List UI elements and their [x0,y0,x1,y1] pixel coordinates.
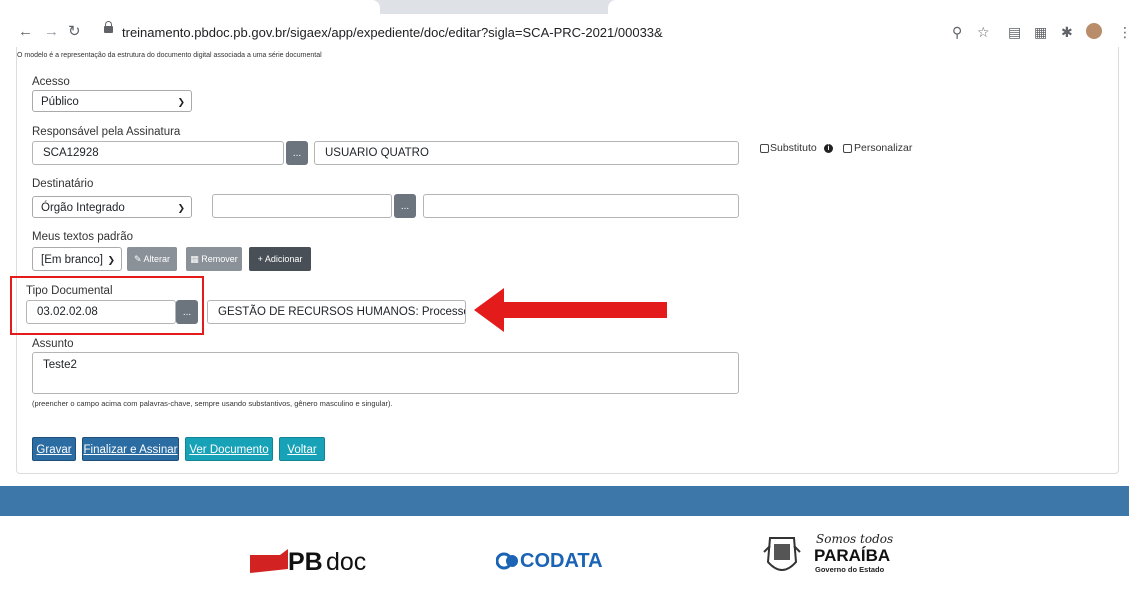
ver-documento-button[interactable]: Ver Documento [185,437,273,461]
textos-select[interactable]: [Em branco] ❯ [32,247,122,271]
substituto-checkbox[interactable] [760,144,769,153]
acesso-label: Acesso [32,76,70,88]
textos-label: Meus textos padrão [32,231,134,243]
assunto-textarea[interactable]: Teste2 [32,352,739,394]
tab-strip [0,0,1129,14]
reload-icon[interactable]: ↻ [68,22,81,42]
destinatario-select[interactable]: Órgão Integrado ❯ [32,196,192,218]
apps-grid-icon[interactable]: ▦ [1034,23,1047,41]
responsavel-label: Responsável pela Assinatura [32,126,181,138]
avatar[interactable] [1086,23,1102,39]
highlight-box [10,276,204,335]
textos-value: [Em branco] [41,254,103,266]
personalizar-label: Personalizar [854,142,913,154]
zoom-icon[interactable]: ⚲ [952,23,962,41]
adicionar-label: Adicionar [264,254,303,264]
remover-label: Remover [201,254,238,264]
destinatario-name-input[interactable] [423,194,739,218]
info-icon[interactable]: i [824,144,833,153]
pbdoc-light: doc [326,548,367,576]
destinatario-search-button[interactable]: ... [394,194,416,218]
responsavel-search-button[interactable]: ... [286,141,308,165]
voltar-button[interactable]: Voltar [279,437,325,461]
adicionar-button[interactable]: + Adicionar [249,247,311,271]
footer-bar [0,486,1129,516]
paraiba-sub: Governo do Estado [815,565,885,574]
reader-icon[interactable]: ▤ [1008,23,1021,41]
gravar-button[interactable]: Gravar [32,437,76,461]
bookmark-star-icon[interactable]: ☆ [977,23,990,41]
chevron-down-icon: ❯ [107,255,115,265]
chevron-down-icon: ❯ [177,203,185,213]
menu-icon[interactable]: ⋮ [1118,23,1129,41]
finalizar-assinar-button[interactable]: Finalizar e Assinar [82,437,179,461]
paraiba-name: PARAÍBA [814,546,891,565]
assunto-hint: (preencher o campo acima com palavras-ch… [32,399,393,408]
paraiba-coat-of-arms-icon [763,537,801,571]
edit-icon: ✎ [133,254,142,264]
responsavel-code-input[interactable]: SCA12928 [32,141,284,165]
back-icon[interactable]: ← [18,22,33,42]
codata-mark-icon [496,552,518,570]
assunto-label: Assunto [32,338,74,350]
destinatario-code-input[interactable] [212,194,392,218]
forward-icon[interactable]: → [44,22,59,42]
personalizar-checkbox[interactable] [843,144,852,153]
substituto-label: Substituto [770,142,817,154]
plus-icon: + [257,254,263,264]
url-text[interactable]: treinamento.pbdoc.pb.gov.br/sigaex/app/e… [122,25,663,40]
codata-text: CODATA [520,550,603,572]
responsavel-name-input[interactable]: USUARIO QUATRO [314,141,739,165]
paraiba-script: Somos todos [816,532,894,546]
extensions-icon[interactable]: ✱ [1061,23,1073,41]
model-note: O modelo é a representação da estrutura … [17,52,322,59]
alterar-button[interactable]: ✎ Alterar [127,247,177,271]
tipo-description-input[interactable]: GESTÃO DE RECURSOS HUMANOS: Processo de … [207,300,466,324]
destinatario-value: Órgão Integrado [41,202,125,214]
lock-icon [104,21,113,33]
red-arrow-icon [474,288,667,332]
chevron-down-icon: ❯ [177,97,185,107]
alterar-label: Alterar [143,254,171,264]
pbdoc-mark-icon [250,549,288,573]
remover-button[interactable]: ▦ Remover [186,247,242,271]
destinatario-label: Destinatário [32,178,94,190]
browser-chrome: ← → ↻ treinamento.pbdoc.pb.gov.br/sigaex… [0,0,1129,48]
trash-icon: ▦ [190,254,199,264]
acesso-select[interactable]: Público ❯ [32,90,192,112]
acesso-value: Público [41,96,79,108]
pbdoc-bold: PB [288,548,323,576]
